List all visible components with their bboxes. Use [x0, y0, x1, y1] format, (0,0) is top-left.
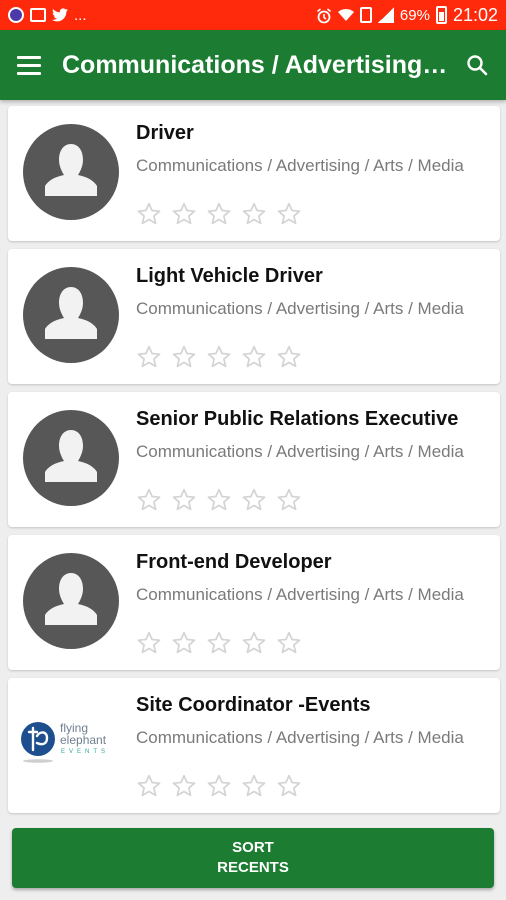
star-icon	[172, 202, 196, 225]
star-icon	[172, 345, 196, 368]
job-title: Light Vehicle Driver	[136, 265, 323, 287]
hamburger-menu-icon[interactable]	[0, 30, 58, 100]
clock: 21:02	[452, 4, 498, 25]
star-icon	[277, 488, 301, 511]
sort-button-line1: SORT	[232, 839, 274, 856]
star-icon	[242, 488, 266, 511]
app-icon	[8, 7, 24, 23]
twitter-icon	[52, 8, 68, 22]
sort-recents-button[interactable]: SORT RECENTS	[12, 828, 494, 888]
star-icon	[242, 774, 266, 797]
status-bar: ... 69% 21:02	[0, 0, 506, 30]
avatar-placeholder-icon	[23, 410, 119, 506]
search-icon[interactable]	[448, 30, 506, 100]
star-icon	[137, 488, 161, 511]
app-bar: Communications / Advertising / Arts / Me…	[0, 30, 506, 100]
star-icon	[172, 774, 196, 797]
rating-stars	[136, 344, 302, 370]
star-icon	[137, 631, 161, 654]
star-icon	[242, 631, 266, 654]
job-card[interactable]: Light Vehicle Driver Communications / Ad…	[8, 249, 500, 384]
star-icon	[172, 488, 196, 511]
job-title: Driver	[136, 122, 194, 144]
star-icon	[277, 774, 301, 797]
star-icon	[207, 774, 231, 797]
more-notifications: ...	[74, 6, 87, 24]
wifi-icon	[337, 8, 354, 22]
star-icon	[172, 631, 196, 654]
job-card[interactable]: Driver Communications / Advertising / Ar…	[8, 106, 500, 241]
image-icon	[30, 8, 46, 22]
star-icon	[242, 202, 266, 225]
logo-text-events: EVENTS	[61, 749, 109, 755]
job-list: Driver Communications / Advertising / Ar…	[8, 106, 500, 821]
job-title: Site Coordinator -Events	[136, 694, 371, 716]
rating-stars	[136, 773, 302, 799]
star-icon	[277, 345, 301, 368]
rating-stars	[136, 630, 302, 656]
avatar-placeholder-icon	[23, 267, 119, 363]
star-icon	[207, 488, 231, 511]
job-card[interactable]: Senior Public Relations Executive Commun…	[8, 392, 500, 527]
battery-percent: 69%	[399, 6, 430, 24]
star-icon	[137, 345, 161, 368]
star-icon	[207, 345, 231, 368]
company-logo: flying elephant EVENTS	[20, 706, 124, 776]
star-icon	[277, 202, 301, 225]
star-icon	[207, 202, 231, 225]
star-icon	[207, 631, 231, 654]
star-icon	[137, 774, 161, 797]
star-icon	[242, 345, 266, 368]
rating-stars	[136, 487, 302, 513]
page-title: Communications / Advertising / Arts / Me…	[62, 50, 448, 79]
job-category: Communications / Advertising / Arts / Me…	[136, 728, 464, 747]
job-category: Communications / Advertising / Arts / Me…	[136, 299, 464, 318]
sort-button-line2: RECENTS	[217, 859, 289, 876]
job-title: Front-end Developer	[136, 551, 332, 573]
signal-icon	[377, 7, 394, 23]
avatar-placeholder-icon	[23, 553, 119, 649]
star-icon	[277, 631, 301, 654]
job-category: Communications / Advertising / Arts / Me…	[136, 585, 464, 604]
job-card[interactable]: Front-end Developer Communications / Adv…	[8, 535, 500, 670]
data-icon	[359, 7, 372, 23]
battery-icon	[435, 6, 447, 24]
logo-text-elephant: elephant	[60, 733, 107, 747]
alarm-icon	[316, 8, 332, 24]
avatar-placeholder-icon	[23, 124, 119, 220]
rating-stars	[136, 201, 302, 227]
job-category: Communications / Advertising / Arts / Me…	[136, 156, 464, 175]
job-card[interactable]: flying elephant EVENTS Site Coordinator …	[8, 678, 500, 813]
job-category: Communications / Advertising / Arts / Me…	[136, 442, 464, 461]
star-icon	[137, 202, 161, 225]
job-title: Senior Public Relations Executive	[136, 408, 459, 430]
